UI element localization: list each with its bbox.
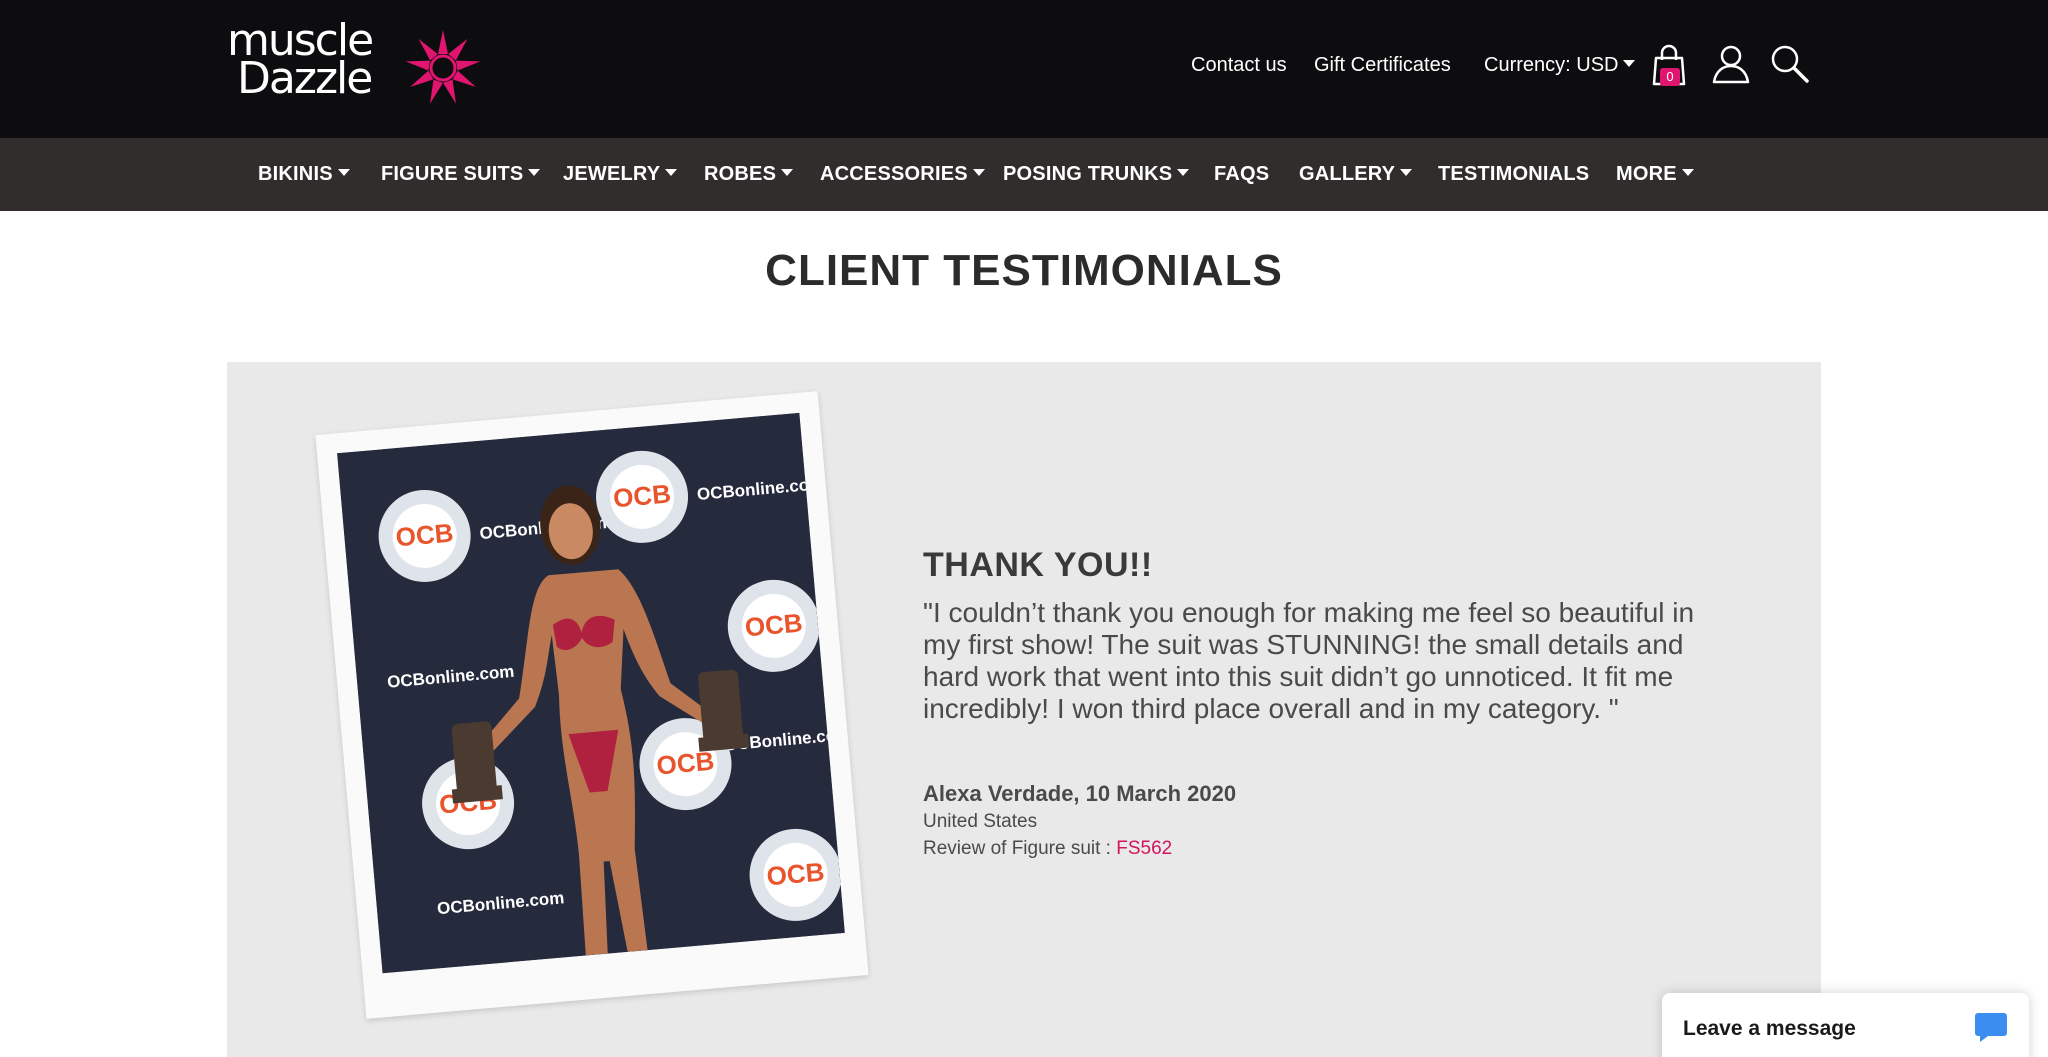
page-title: CLIENT TESTIMONIALS bbox=[765, 246, 1283, 295]
photo-logo: OCB bbox=[765, 856, 825, 891]
user-icon[interactable] bbox=[1712, 44, 1750, 84]
starburst-icon bbox=[405, 30, 481, 104]
currency-label: Currency: USD bbox=[1484, 54, 1619, 76]
nav-label: ROBES bbox=[704, 163, 777, 185]
nav-label: BIKINIS bbox=[258, 163, 333, 185]
testimonial-photo[interactable]: OCB OCBonline.com OCB OCBonline.com OCB … bbox=[337, 412, 845, 974]
contact-us-link[interactable]: Contact us bbox=[1191, 54, 1287, 77]
testimonial-author: Alexa Verdade, 10 March 2020 bbox=[923, 781, 1237, 806]
chevron-down-icon bbox=[665, 169, 678, 177]
nav-item-posing-trunks[interactable]: POSING TRUNKS bbox=[1003, 163, 1190, 186]
testimonial-heading: THANK YOU!! bbox=[923, 546, 1153, 584]
chevron-down-icon bbox=[1681, 169, 1694, 177]
top-header: muscle Dazzle Contact us Gift Certificat… bbox=[0, 0, 2048, 138]
nav-item-more[interactable]: MORE bbox=[1616, 163, 1694, 186]
chat-bubble-icon bbox=[1975, 1013, 2007, 1042]
nav-item-testimonials[interactable]: TESTIMONIALS bbox=[1438, 163, 1589, 186]
chevron-down-icon bbox=[337, 169, 350, 177]
testimonial-country: United States bbox=[923, 811, 1038, 832]
site-logo[interactable]: muscle Dazzle bbox=[227, 19, 487, 108]
chevron-down-icon bbox=[972, 169, 985, 177]
testimonial-quote: "I couldn’t thank you enough for making … bbox=[923, 597, 1695, 724]
nav-item-faqs[interactable]: FAQS bbox=[1214, 163, 1269, 186]
photo-logo: OCB bbox=[394, 517, 454, 552]
photo-logo: OCB bbox=[744, 607, 804, 642]
nav-label: POSING TRUNKS bbox=[1003, 163, 1173, 185]
nav-label: FAQS bbox=[1214, 163, 1270, 185]
testimonial-photo-frame: OCB OCBonline.com OCB OCBonline.com OCB … bbox=[315, 391, 869, 1019]
nav-label: MORE bbox=[1616, 163, 1677, 185]
gift-certificates-link[interactable]: Gift Certificates bbox=[1314, 54, 1451, 77]
nav-item-accessories[interactable]: ACCESSORIES bbox=[820, 163, 985, 186]
nav-label: TESTIMONIALS bbox=[1438, 163, 1590, 185]
search-icon[interactable] bbox=[1770, 44, 1810, 84]
nav-item-figure-suits[interactable]: FIGURE SUITS bbox=[381, 163, 541, 186]
nav-label: JEWELRY bbox=[563, 163, 661, 185]
nav-item-robes[interactable]: ROBES bbox=[704, 163, 794, 186]
cart-count-badge: 0 bbox=[1660, 68, 1680, 86]
photo-logo: OCB bbox=[612, 478, 672, 513]
chevron-down-icon bbox=[1623, 60, 1636, 68]
product-code-link[interactable]: FS562 bbox=[1116, 838, 1172, 859]
chat-label: Leave a message bbox=[1683, 1017, 1856, 1040]
chevron-down-icon bbox=[528, 169, 541, 177]
logo-wordmark: muscle Dazzle bbox=[227, 19, 374, 104]
chevron-down-icon bbox=[781, 169, 794, 177]
nav-item-bikinis[interactable]: BIKINIS bbox=[258, 163, 350, 186]
nav-label: GALLERY bbox=[1299, 163, 1396, 185]
nav-label: ACCESSORIES bbox=[820, 163, 968, 185]
competitor-photo: OCB OCBonline.com OCB OCBonline.com OCB … bbox=[337, 412, 845, 974]
nav-item-jewelry[interactable]: JEWELRY bbox=[563, 163, 678, 186]
currency-selector[interactable]: Currency: USD bbox=[1484, 54, 1636, 77]
logo-line2: Dazzle bbox=[237, 53, 373, 104]
review-prefix: Review of Figure suit : bbox=[923, 838, 1117, 859]
chat-widget[interactable]: Leave a message bbox=[1662, 993, 2029, 1057]
chevron-down-icon bbox=[1400, 169, 1413, 177]
nav-item-gallery[interactable]: GALLERY bbox=[1299, 163, 1413, 186]
main-nav: BIKINIS FIGURE SUITS JEWELRY ROBES ACCES… bbox=[0, 138, 2048, 211]
chevron-down-icon bbox=[1177, 169, 1190, 177]
nav-label: FIGURE SUITS bbox=[381, 163, 524, 185]
testimonial-review-line: Review of Figure suit : FS562 bbox=[923, 838, 1172, 860]
